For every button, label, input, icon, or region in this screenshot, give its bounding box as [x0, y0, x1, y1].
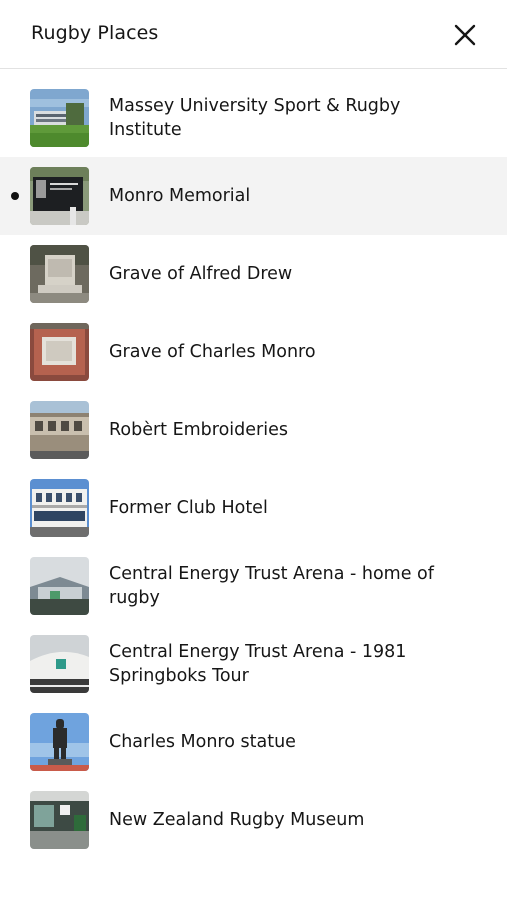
place-thumbnail [30, 245, 89, 303]
place-name: Massey University Sport & Rugby Institut… [109, 96, 401, 140]
place-thumbnail [30, 557, 89, 615]
list-item[interactable]: New Zealand Rugby Museum [0, 781, 507, 859]
place-name: Grave of Alfred Drew [109, 264, 293, 284]
list-item[interactable]: Grave of Alfred Drew [0, 235, 507, 313]
place-name: New Zealand Rugby Museum [109, 810, 365, 830]
place-thumbnail [30, 401, 89, 459]
place-thumbnail [30, 323, 89, 381]
panel-header: Rugby Places [0, 0, 507, 69]
list-item-selected[interactable]: Monro Memorial [0, 157, 507, 235]
list-item[interactable]: Massey University Sport & Rugby Institut… [0, 79, 507, 157]
list-item[interactable]: Grave of Charles Monro [0, 313, 507, 391]
list-item[interactable]: Central Energy Trust Arena - home of rug… [0, 547, 507, 625]
place-thumbnail [30, 167, 89, 225]
place-name: Former Club Hotel [109, 498, 268, 518]
place-thumbnail [30, 635, 89, 693]
place-name: Central Energy Trust Arena - 1981 Spring… [109, 642, 407, 686]
list-item[interactable]: Former Club Hotel [0, 469, 507, 547]
list-item[interactable]: Robèrt Embroideries [0, 391, 507, 469]
place-name: Grave of Charles Monro [109, 342, 316, 362]
list-item[interactable]: Charles Monro statue [0, 703, 507, 781]
place-name: Charles Monro statue [109, 732, 296, 752]
place-thumbnail [30, 89, 89, 147]
selected-indicator [11, 192, 19, 200]
place-name: Robèrt Embroideries [109, 420, 288, 440]
place-name: Central Energy Trust Arena - home of rug… [109, 564, 434, 608]
place-name: Monro Memorial [109, 186, 251, 206]
place-thumbnail [30, 479, 89, 537]
place-thumbnail [30, 713, 89, 771]
close-button[interactable] [448, 18, 482, 52]
places-list: Massey University Sport & Rugby Institut… [0, 79, 507, 859]
place-thumbnail [30, 791, 89, 849]
panel-title: Rugby Places [31, 22, 159, 44]
close-icon [454, 24, 476, 46]
list-item[interactable]: Central Energy Trust Arena - 1981 Spring… [0, 625, 507, 703]
